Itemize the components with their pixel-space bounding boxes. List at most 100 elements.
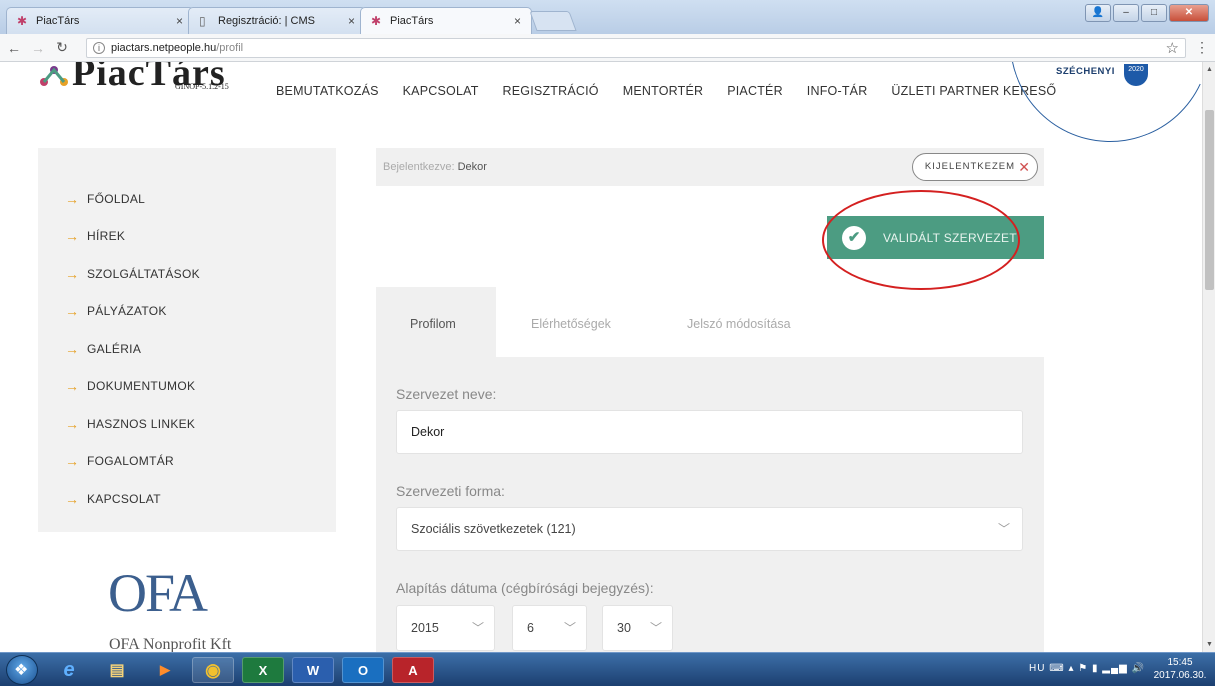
logo-subtitle: GINOP-5.1.2-15 [175,82,229,91]
sidebar-item-hasznos-linkek[interactable]: → HASZNOS LINKEK [38,405,336,443]
arrow-right-icon: → [65,378,80,395]
url-host: piactars.netpeople.hu [111,42,217,54]
language-indicator[interactable]: HU [1029,663,1045,674]
nav-item-regisztracio[interactable]: REGISZTRÁCIÓ [503,84,599,98]
flag-icon[interactable]: ⚑ [1078,663,1088,674]
nav-item-bemutatkozas[interactable]: BEMUTATKOZÁS [276,84,379,98]
tab-profilom[interactable]: Profilom [376,287,496,357]
page-viewport: PiacTárs GINOP-5.1.2-15 BEMUTATKOZÁS KAP… [0,62,1202,652]
ofa-logo[interactable]: OFA [108,562,208,624]
arrow-right-icon: → [65,415,80,432]
sidebar-item-szolgaltatasok[interactable]: → SZOLGÁLTATÁSOK [38,255,336,293]
browser-tab-piactars-active[interactable]: ✱ PiacTárs × [360,7,532,34]
sidebar-item-palyazatok[interactable]: → PÁLYÁZATOK [38,293,336,331]
nav-item-piacter[interactable]: PIACTÉR [727,84,783,98]
acrobat-icon[interactable]: A [392,657,434,683]
window-controls: 👤 – □ ✕ [1085,4,1209,22]
year-value: 2015 [411,621,439,635]
piactars-logo-mark-icon [36,62,72,90]
day-select[interactable]: 30 ﹀ [602,605,673,651]
browser-tab-cms[interactable]: ▯ Regisztráció: | CMS × [188,7,366,34]
windows-taskbar: ❖ e ▤ ▶ ◉ X W O A HU ⌨ ▴ ⚑ ▮ ▂▄▆ 🔊 15:45… [0,652,1215,686]
sidebar-item-dokumentumok[interactable]: → DOKUMENTUMOK [38,368,336,406]
sidebar-item-galeria[interactable]: → GALÉRIA [38,330,336,368]
maximize-button[interactable]: □ [1141,4,1167,22]
forward-icon[interactable]: → [28,40,48,56]
sidebar-item-label: SZOLGÁLTATÁSOK [87,266,200,281]
month-select[interactable]: 6 ﹀ [512,605,587,651]
arrow-right-icon: → [65,265,80,282]
internet-explorer-icon[interactable]: e [48,657,90,683]
clock-time: 15:45 [1167,657,1193,668]
url-input[interactable]: i piactars.netpeople.hu/profil ☆ [86,38,1186,58]
system-clock[interactable]: 15:45 2017.06.30. [1153,656,1207,682]
logged-in-as: Bejelentkezve: Dekor [383,161,487,173]
browser-tab-piactars-1[interactable]: ✱ PiacTárs × [6,7,194,34]
new-tab-button[interactable] [529,11,577,31]
ofa-logo-subtitle: OFA Nonprofit Kft [109,636,232,652]
excel-icon[interactable]: X [242,657,284,683]
close-icon: ✕ [1018,159,1031,175]
tab-jelszo-modositasa[interactable]: Jelszó módosítása [687,287,837,357]
media-player-icon[interactable]: ▶ [144,657,186,683]
org-form-value: Szociális szövetkezetek (121) [411,522,576,536]
close-window-button[interactable]: ✕ [1169,4,1209,22]
signal-icon[interactable]: ▂▄▆ [1102,663,1127,674]
system-tray: HU ⌨ ▴ ⚑ ▮ ▂▄▆ 🔊 [1029,663,1145,674]
tray-expand-icon[interactable]: ▴ [1068,663,1074,674]
arrow-right-icon: → [65,453,80,470]
chrome-icon[interactable]: ◉ [192,657,234,683]
scroll-down-icon[interactable]: ▼ [1206,641,1213,648]
minimize-button[interactable]: – [1113,4,1139,22]
sidebar-menu: → FŐOLDAL → HÍREK → SZOLGÁLTATÁSOK → PÁLYÁZA… [38,148,336,532]
sidebar-item-label: PÁLYÁZATOK [87,304,167,319]
reload-icon[interactable]: ↻ [52,39,72,56]
network-icon[interactable]: ▮ [1092,663,1099,674]
windows-logo-icon: ❖ [14,662,29,679]
login-status-bar: Bejelentkezve: Dekor KIJELENTKEZEM ✕ [376,148,1044,186]
user-icon[interactable]: 👤 [1085,4,1111,22]
main-nav: BEMUTATKOZÁS KAPCSOLAT REGISZTRÁCIÓ MENT… [276,84,1080,98]
org-form-select[interactable]: Szociális szövetkezetek (121) ﹀ [396,507,1023,551]
tab-close-icon[interactable]: × [514,14,521,28]
nav-item-kapcsolat[interactable]: KAPCSOLAT [403,84,479,98]
scroll-up-icon[interactable]: ▲ [1206,66,1213,73]
bookmark-star-icon[interactable]: ☆ [1166,39,1179,57]
tab-label: Regisztráció: | CMS [218,15,315,27]
month-value: 6 [527,621,534,635]
word-icon[interactable]: W [292,657,334,683]
sidebar-item-kapcsolat[interactable]: → KAPCSOLAT [38,480,336,518]
outlook-icon[interactable]: O [342,657,384,683]
logout-button[interactable]: KIJELENTKEZEM ✕ [911,153,1038,181]
chevron-down-icon: ﹀ [997,522,1010,536]
org-name-label: Szervezet neve: [396,386,497,402]
org-name-input[interactable]: Dekor [396,410,1023,454]
sidebar-item-label: FŐOLDAL [87,191,146,206]
page-favicon: ▯ [199,13,206,28]
year-select[interactable]: 2015 ﹀ [396,605,495,651]
sidebar-item-fooldal[interactable]: → FŐOLDAL [38,180,336,218]
volume-icon[interactable]: 🔊 [1132,663,1145,674]
scrollbar-thumb[interactable] [1205,110,1214,290]
red-highlight-circle [822,190,1020,290]
keyboard-icon[interactable]: ⌨ [1049,663,1064,674]
arrow-right-icon: → [65,340,80,357]
address-bar-row: ← → ↻ i piactars.netpeople.hu/profil ☆ [0,34,1215,62]
file-explorer-icon[interactable]: ▤ [96,657,138,683]
tab-elerhetosegek[interactable]: Elérhetőségek [531,287,651,357]
chevron-down-icon: ﹀ [471,621,484,635]
nav-item-info-tar[interactable]: INFO-TÁR [807,84,868,98]
nav-item-mentorter[interactable]: MENTORTÉR [623,84,704,98]
tab-close-icon[interactable]: × [348,14,355,28]
tab-close-icon[interactable]: × [176,14,183,28]
sidebar-item-label: HASZNOS LINKEK [87,416,196,431]
sidebar-item-hirek[interactable]: → HÍREK [38,218,336,256]
start-button[interactable]: ❖ [6,655,38,685]
sidebar-item-fogalomtar[interactable]: → FOGALOMTÁR [38,443,336,481]
site-info-icon[interactable]: i [93,42,105,54]
back-icon[interactable]: ← [4,40,24,56]
arrow-right-icon: → [65,228,80,245]
browser-menu-icon[interactable]: ⋮ [1195,39,1209,56]
page-scrollbar[interactable]: ▲ ▼ [1202,62,1215,652]
sidebar-item-label: DOKUMENTUMOK [87,379,196,394]
